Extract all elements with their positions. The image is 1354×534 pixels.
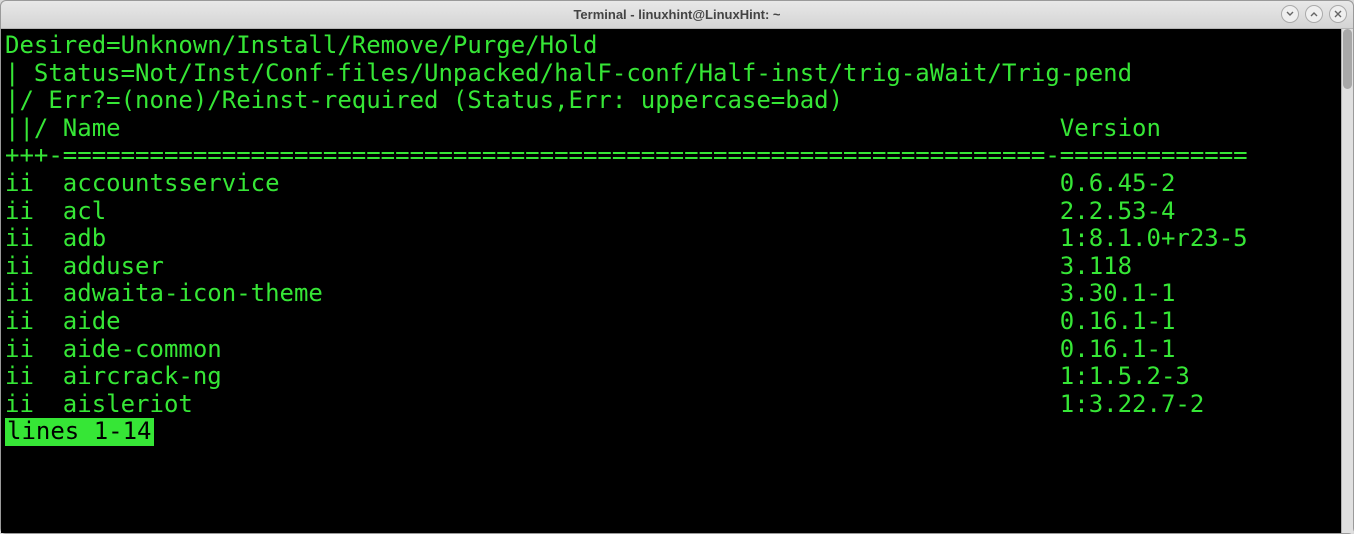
package-row: ii aide-common 0.16.1-1 [5, 336, 1349, 364]
package-row: ii adwaita-icon-theme 3.30.1-1 [5, 280, 1349, 308]
header-line: |/ Err?=(none)/Reinst-required (Status,E… [5, 87, 1349, 115]
package-row: ii acl 2.2.53-4 [5, 198, 1349, 226]
maximize-button[interactable] [1305, 5, 1323, 23]
header-line: Desired=Unknown/Install/Remove/Purge/Hol… [5, 32, 1349, 60]
titlebar[interactable]: Terminal - linuxhint@LinuxHint: ~ [1, 1, 1353, 29]
terminal-body[interactable]: Desired=Unknown/Install/Remove/Purge/Hol… [1, 29, 1353, 533]
close-button[interactable] [1329, 5, 1347, 23]
window-title: Terminal - linuxhint@LinuxHint: ~ [573, 7, 780, 22]
header-line: | Status=Not/Inst/Conf-files/Unpacked/ha… [5, 60, 1349, 88]
package-row: ii adb 1:8.1.0+r23-5 [5, 225, 1349, 253]
package-row: ii aisleriot 1:3.22.7-2 [5, 391, 1349, 419]
pager-status: lines 1-14 [5, 418, 154, 446]
package-row: ii accountsservice 0.6.45-2 [5, 170, 1349, 198]
terminal-window: Terminal - linuxhint@LinuxHint: ~ Desire… [0, 0, 1354, 534]
terminal-content: Desired=Unknown/Install/Remove/Purge/Hol… [1, 29, 1353, 449]
window-controls [1281, 5, 1347, 23]
package-row: ii aide 0.16.1-1 [5, 308, 1349, 336]
scrollbar[interactable] [1341, 29, 1353, 533]
package-row: ii aircrack-ng 1:1.5.2-3 [5, 363, 1349, 391]
header-line: +++-====================================… [5, 142, 1349, 170]
header-line: ||/ Name Version [5, 115, 1349, 143]
minimize-button[interactable] [1281, 5, 1299, 23]
scroll-thumb[interactable] [1343, 29, 1352, 89]
package-row: ii adduser 3.118 [5, 253, 1349, 281]
